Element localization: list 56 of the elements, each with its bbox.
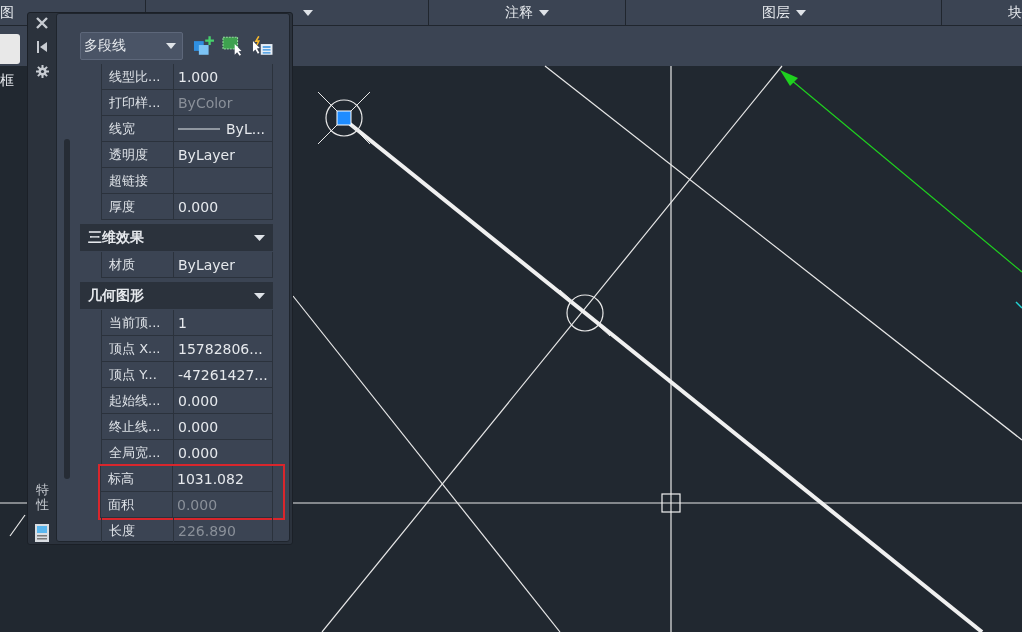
property-value[interactable]: 0.000 — [174, 388, 273, 414]
ribbon-panel-title[interactable]: 注释 — [505, 3, 533, 22]
ribbon-panel-title[interactable]: 块 — [1008, 3, 1022, 22]
add-selection-icon[interactable] — [192, 36, 215, 56]
property-label: 全局宽... — [101, 440, 174, 466]
property-label: 打印样... — [101, 90, 174, 116]
property-label: 线宽 — [101, 116, 174, 142]
property-value[interactable]: 1.000 — [174, 64, 273, 90]
caret-icon[interactable] — [795, 9, 806, 16]
caret-icon[interactable] — [254, 292, 265, 299]
grip-marker[interactable] — [317, 91, 371, 145]
scrollbar[interactable] — [64, 139, 70, 479]
settings-icon[interactable] — [35, 65, 49, 78]
property-value[interactable]: 0.000 — [174, 414, 273, 440]
palette-title[interactable]: 特性 — [35, 483, 49, 512]
property-label: 终止线... — [101, 414, 174, 440]
quick-select-icon[interactable] — [251, 36, 273, 56]
properties-icon[interactable] — [35, 524, 49, 542]
property-value[interactable]: 0.000 — [174, 194, 273, 220]
property-label: 线型比... — [101, 64, 174, 90]
property-label: 顶点 Y... — [101, 362, 174, 388]
selected-polyline[interactable] — [348, 122, 984, 632]
property-label: 透明度 — [101, 142, 174, 168]
snap-marker — [559, 289, 611, 337]
property-value[interactable]: ByLayer — [174, 252, 273, 278]
property-value[interactable]: ByLayer — [174, 142, 273, 168]
property-label: 标高 — [100, 466, 173, 492]
caret-icon[interactable] — [254, 234, 265, 241]
section-header[interactable]: 三维效果 — [80, 224, 273, 251]
section-header[interactable]: 几何图形 — [80, 282, 273, 309]
property-label: 材质 — [101, 252, 174, 278]
caret-icon[interactable] — [303, 9, 313, 16]
object-type-dropdown[interactable]: 多段线 — [80, 32, 183, 60]
property-value[interactable]: 0.000 — [174, 440, 273, 466]
property-label: 面积 — [100, 492, 173, 518]
ribbon-panel-title[interactable]: 图层 — [761, 3, 790, 22]
cursor-pickbox — [661, 493, 681, 513]
property-value[interactable]: 1 — [174, 310, 273, 336]
close-icon[interactable] — [36, 17, 48, 29]
ribbon-panel-title[interactable]: 图 — [0, 3, 14, 22]
property-label: 长度 — [101, 518, 174, 544]
select-objects-icon[interactable] — [222, 36, 244, 56]
drawing-line — [9, 514, 26, 537]
palette-label: 框 — [0, 72, 15, 90]
auto-hide-icon[interactable] — [36, 41, 48, 53]
property-value[interactable]: -47261427... — [174, 362, 273, 388]
property-label: 厚度 — [101, 194, 174, 220]
caret-icon[interactable] — [165, 43, 176, 49]
caret-icon[interactable] — [539, 9, 549, 16]
property-label: 顶点 X... — [101, 336, 174, 362]
property-value[interactable]: 15782806... — [174, 336, 273, 362]
lineweight-sample-icon — [178, 126, 220, 131]
property-label: 起始线... — [101, 388, 174, 414]
property-value[interactable]: ByL... — [174, 116, 273, 142]
property-label: 超链接 — [101, 168, 174, 194]
property-label: 当前顶... — [101, 310, 174, 336]
